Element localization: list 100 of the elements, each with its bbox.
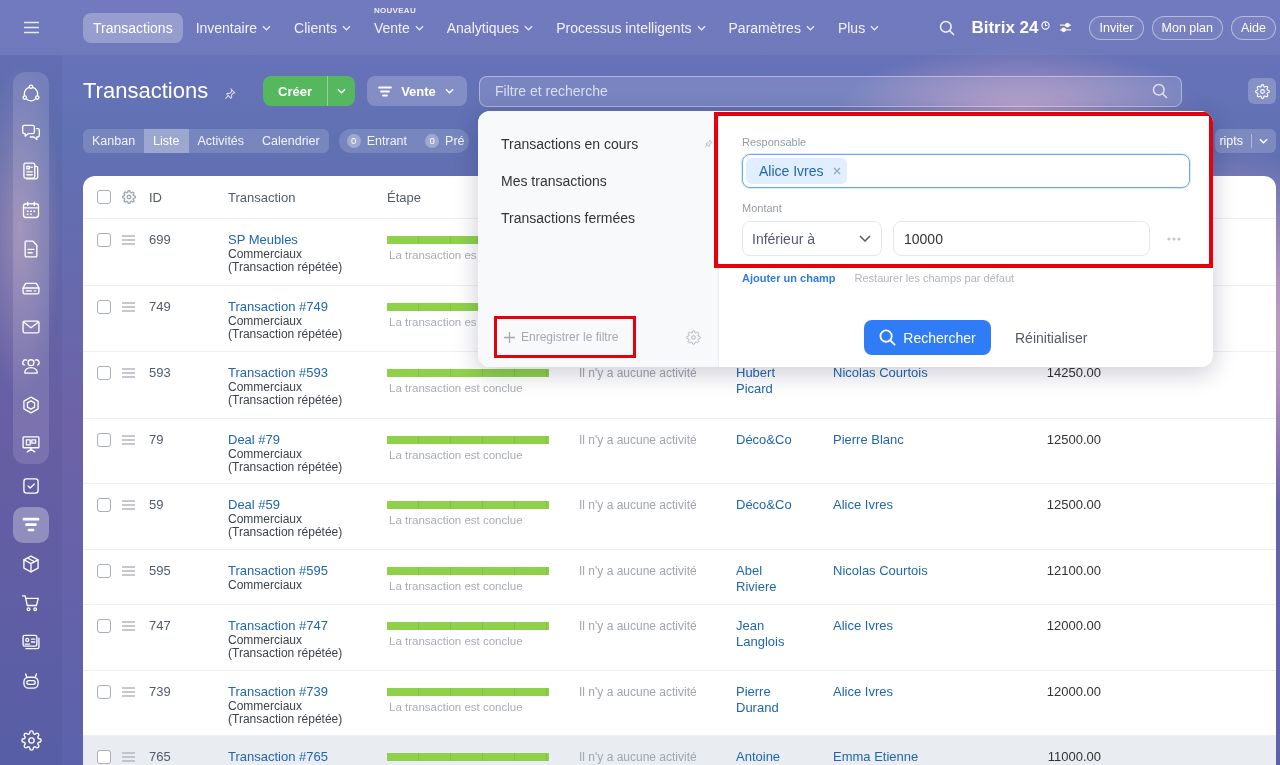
deal-link[interactable]: Transaction #747 xyxy=(228,618,328,634)
settings-button[interactable] xyxy=(1248,78,1276,104)
deal-id: 595 xyxy=(149,562,172,579)
drag-handle-icon[interactable] xyxy=(122,235,135,245)
person-tag[interactable]: Alice Ivres xyxy=(746,158,847,184)
amount: 14250.00 xyxy=(1046,365,1101,381)
responsible-link[interactable]: Pierre Blanc xyxy=(833,431,1011,448)
deal-link[interactable]: SP Meubles xyxy=(228,232,298,248)
box-icon xyxy=(21,553,41,574)
client-link[interactable]: Pierre Durand xyxy=(736,683,804,716)
responsible-link[interactable]: Alice Ivres xyxy=(833,683,1011,700)
count-badge: 0 xyxy=(346,134,361,148)
deal-id: 59 xyxy=(149,497,165,513)
deal-link[interactable]: Transaction #593 xyxy=(228,365,328,381)
nav-tab[interactable]: Analytiques xyxy=(436,17,544,38)
amount: 12000.00 xyxy=(1046,683,1101,700)
top-bar-button[interactable]: Aide xyxy=(1230,15,1276,40)
create-menu-button[interactable] xyxy=(327,76,355,106)
drag-handle-icon[interactable] xyxy=(122,368,135,378)
checkbox[interactable] xyxy=(97,498,111,512)
drag-handle-icon[interactable] xyxy=(122,565,135,576)
menu-icon[interactable] xyxy=(22,21,40,34)
view-tab[interactable]: Kanban xyxy=(83,129,145,153)
drag-handle-icon[interactable] xyxy=(122,434,135,445)
responsible-link[interactable]: Nicolas Courtois xyxy=(833,365,1011,381)
search-icon[interactable] xyxy=(1152,83,1168,99)
client-link[interactable]: Hubert Picard xyxy=(736,365,804,397)
reset-button[interactable]: Réinitialiser xyxy=(1003,320,1100,355)
activity-text: Il n'y a aucune activité xyxy=(579,683,698,700)
checkbox[interactable] xyxy=(97,432,111,447)
responsible-link[interactable]: Alice Ivres xyxy=(833,618,1011,634)
deal-subtitle: Commerciaux xyxy=(228,513,302,526)
more-icon[interactable] xyxy=(1167,236,1181,241)
top-bar-button[interactable]: Mon plan xyxy=(1151,15,1223,40)
checkbox[interactable] xyxy=(97,366,111,380)
responsible-link[interactable]: Alice Ivres xyxy=(833,497,1011,513)
drag-handle-icon[interactable] xyxy=(122,500,135,510)
drag-handle-icon[interactable] xyxy=(122,621,135,631)
checkbox[interactable] xyxy=(97,563,111,578)
brand-name[interactable]: Bitrix 24 xyxy=(971,17,1039,38)
drag-handle-icon[interactable] xyxy=(122,752,135,762)
add-field-link[interactable]: Ajouter un champ xyxy=(742,272,836,284)
stage-label: La transaction est conclue xyxy=(388,448,523,462)
checkbox[interactable] xyxy=(97,233,111,247)
nav-tab[interactable]: Vente xyxy=(363,17,434,38)
sidebar-button[interactable] xyxy=(13,506,49,543)
amount-input[interactable]: 10000 xyxy=(893,221,1150,256)
client-link[interactable]: Abel Riviere xyxy=(736,562,804,595)
checkbox[interactable] xyxy=(97,190,111,204)
preset-item[interactable]: Transactions en cours xyxy=(478,125,718,162)
drag-handle-icon[interactable] xyxy=(122,301,135,312)
column-header[interactable]: Transaction xyxy=(228,189,387,205)
view-tab[interactable]: Activités xyxy=(188,129,254,153)
stage-label: La transaction est conclue xyxy=(388,635,523,648)
top-bar-button[interactable]: Inviter xyxy=(1089,15,1144,40)
responsible-link[interactable]: Nicolas Courtois xyxy=(833,562,1011,579)
pin-icon[interactable] xyxy=(704,139,713,148)
nav-tab[interactable]: Clients xyxy=(284,17,361,38)
drag-handle-icon[interactable] xyxy=(122,686,135,697)
activity-text: Il n'y a aucune activité xyxy=(579,365,698,381)
client-link[interactable]: Antoine xyxy=(736,749,804,765)
deal-subtitle: Commerciaux xyxy=(228,381,302,394)
deal-subtitle: (Transaction répétée) xyxy=(228,647,343,660)
checkbox[interactable] xyxy=(97,750,111,764)
deal-link[interactable]: Transaction #749 xyxy=(228,298,328,315)
nav-tab[interactable]: Plus xyxy=(827,17,890,38)
responsible-link[interactable]: Emma Etienne xyxy=(833,749,1011,765)
deal-id: 593 xyxy=(149,365,172,381)
close-icon[interactable] xyxy=(832,167,841,175)
checkbox[interactable] xyxy=(97,619,111,633)
counter-button[interactable]: 0 Pré xyxy=(425,129,465,153)
deal-link[interactable]: Deal #79 xyxy=(228,431,281,448)
column-header[interactable]: ID xyxy=(149,189,228,205)
view-tab[interactable]: Calendrier xyxy=(253,129,329,153)
nav-tab[interactable]: Inventaire xyxy=(185,17,282,38)
nav-tab[interactable]: Processus intelligents xyxy=(546,17,716,38)
category-button[interactable]: Vente xyxy=(367,76,467,106)
tag-input-field[interactable]: Alice Ivres xyxy=(742,154,1190,188)
operator-select[interactable]: Inférieur à xyxy=(742,221,882,256)
nav-tab[interactable]: Paramètres xyxy=(718,17,825,38)
deal-link[interactable]: Transaction #765 xyxy=(228,749,328,765)
settings-icon xyxy=(1254,83,1270,99)
activity-text: Il n'y a aucune activité xyxy=(579,562,698,579)
deal-link[interactable]: Transaction #739 xyxy=(228,683,328,700)
search-button[interactable]: Rechercher xyxy=(864,320,991,355)
checkbox[interactable] xyxy=(97,299,111,314)
toolbar-button[interactable]: ripts xyxy=(1215,129,1276,153)
search-icon[interactable] xyxy=(939,19,956,36)
deal-subtitle: (Transaction répétée) xyxy=(228,460,343,474)
client-link[interactable]: Déco&Co xyxy=(736,497,804,513)
deal-subtitle: Commerciaux xyxy=(228,248,302,261)
preset-item[interactable]: Mes transactions xyxy=(478,162,718,199)
client-link[interactable]: Jean Langlois xyxy=(736,618,804,650)
preset-item[interactable]: Transactions fermées xyxy=(478,199,718,236)
counter-button[interactable]: 0 Entrant xyxy=(346,129,408,153)
checkbox[interactable] xyxy=(97,684,111,699)
sliders-icon[interactable] xyxy=(1059,22,1073,33)
client-link[interactable]: Déco&Co xyxy=(736,431,804,448)
deal-link[interactable]: Deal #59 xyxy=(228,497,281,513)
deal-link[interactable]: Transaction #595 xyxy=(228,562,328,579)
